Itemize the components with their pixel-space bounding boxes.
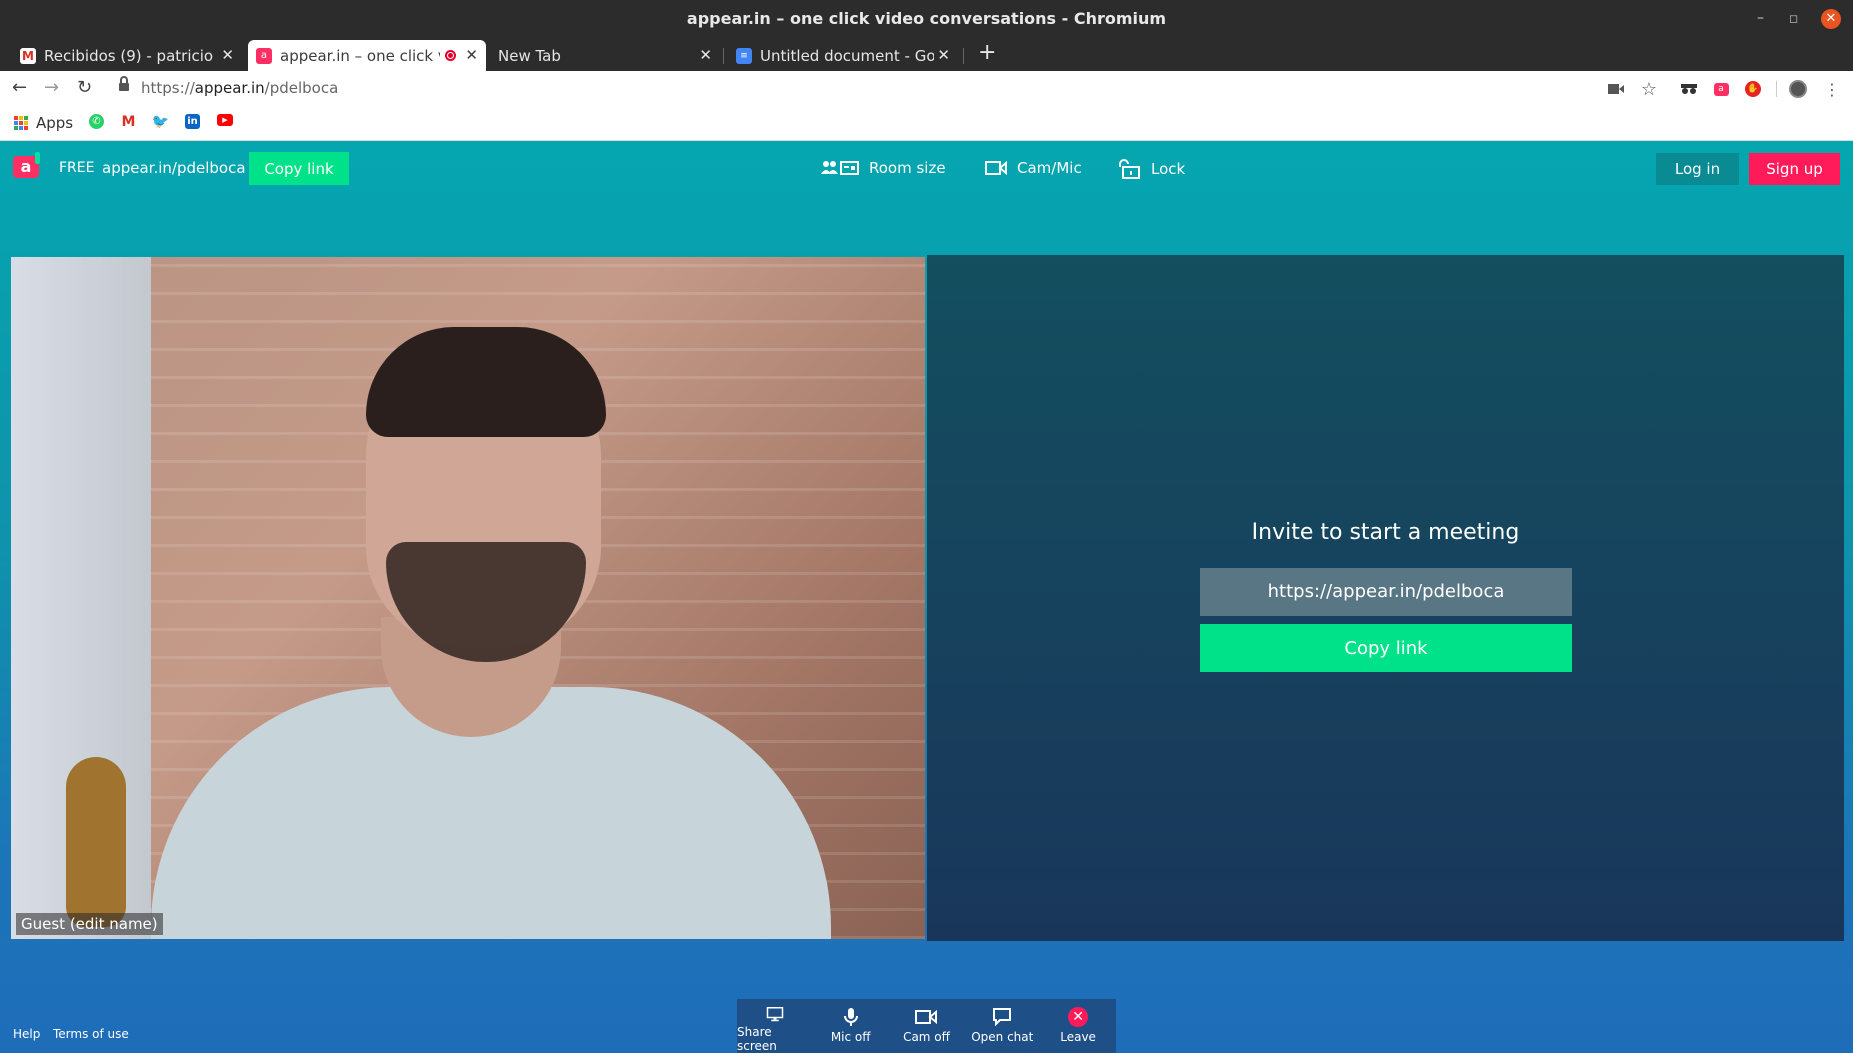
window-title-bar: appear.in – one click video conversation…: [0, 0, 1853, 38]
room-url: appear.in/pdelboca: [102, 159, 246, 177]
reload-button[interactable]: ↻: [77, 77, 92, 98]
tab-close-icon[interactable]: ✕: [699, 46, 712, 64]
incognito-extension-icon[interactable]: [1680, 80, 1698, 98]
invite-heading: Invite to start a meeting: [1251, 520, 1520, 545]
tab-gmail[interactable]: M Recibidos (9) - patriciodelb ✕: [12, 40, 242, 71]
copy-link-button[interactable]: Copy link: [249, 152, 349, 185]
lock-icon: [119, 76, 129, 93]
docs-favicon-icon: ≡: [736, 47, 752, 64]
self-video-tile[interactable]: Guest (edit name): [11, 257, 925, 939]
sign-up-button[interactable]: Sign up: [1749, 153, 1840, 185]
whatsapp-icon: ✆: [89, 114, 104, 129]
back-button[interactable]: ←: [12, 77, 27, 98]
help-link[interactable]: Help: [13, 1027, 40, 1041]
twitter-icon: 🐦: [151, 113, 170, 130]
room-size-menu[interactable]: Room size: [821, 159, 946, 177]
youtube-icon: ▶: [217, 114, 233, 126]
video-person-hair: [366, 327, 606, 437]
tab-separator: [963, 48, 964, 64]
tab-label: New Tab: [498, 46, 561, 65]
monitor-icon: [766, 1007, 784, 1022]
tab-appear-in[interactable]: a appear.in – one click vi ✕: [248, 40, 486, 71]
log-in-button[interactable]: Log in: [1656, 153, 1739, 185]
bookmark-apps[interactable]: Apps: [14, 114, 73, 132]
bookmark-gmail[interactable]: M: [121, 113, 136, 130]
appear-in-favicon-icon: a: [256, 47, 272, 64]
tab-close-icon[interactable]: ✕: [221, 46, 234, 64]
guest-name-label[interactable]: Guest (edit name): [16, 913, 163, 935]
bookmark-whatsapp[interactable]: ✆: [89, 114, 104, 129]
microphone-icon: [843, 1008, 858, 1026]
maximize-button[interactable]: ◻: [1789, 12, 1798, 25]
camera-icon: [985, 160, 1007, 176]
gmail-favicon-icon: M: [20, 47, 36, 64]
bookmark-youtube[interactable]: ▶: [217, 114, 233, 126]
browser-toolbar: ← → ↻ https://appear.in/pdelboca ☆ a ✋ ⋮: [0, 71, 1853, 107]
camera-indicator-icon[interactable]: [1607, 80, 1625, 98]
adblock-extension-icon[interactable]: ✋: [1744, 80, 1762, 98]
call-controls-bar: Share screen Mic off Cam off Open chat ✕: [737, 999, 1116, 1053]
open-chat-button[interactable]: Open chat: [964, 999, 1040, 1053]
tab-separator: [723, 48, 724, 64]
appear-in-app: a FREE appear.in/pdelboca Copy link Room…: [0, 141, 1853, 1053]
video-guitar: [66, 757, 126, 927]
video-camera-icon: [915, 1009, 938, 1025]
url-path: /pdelboca: [264, 79, 339, 97]
leave-label: Leave: [1060, 1030, 1096, 1044]
recording-indicator-icon: [445, 50, 456, 61]
appear-in-extension-icon[interactable]: a: [1712, 80, 1730, 98]
window-title: appear.in – one click video conversation…: [686, 9, 1167, 28]
chat-bubble-icon: [993, 1008, 1012, 1027]
forward-button[interactable]: →: [44, 77, 59, 98]
cam-off-button[interactable]: Cam off: [889, 999, 965, 1053]
tab-google-docs[interactable]: ≡ Untitled document - Goog ✕: [728, 40, 958, 71]
lock-menu[interactable]: Lock: [1117, 159, 1185, 179]
room-size-label: Room size: [869, 159, 946, 177]
bookmark-star-icon[interactable]: ☆: [1640, 79, 1658, 100]
plan-badge: FREE: [59, 160, 95, 176]
gmail-icon: M: [121, 113, 136, 130]
cam-off-label: Cam off: [903, 1030, 950, 1044]
bookmark-linkedin[interactable]: in: [185, 114, 200, 129]
tab-close-icon[interactable]: ✕: [937, 46, 950, 64]
cam-mic-menu[interactable]: Cam/Mic: [985, 159, 1082, 177]
cam-mic-label: Cam/Mic: [1017, 159, 1082, 177]
browser-menu-button[interactable]: ⋮: [1823, 80, 1841, 99]
tab-close-icon[interactable]: ✕: [465, 46, 478, 64]
minimize-button[interactable]: –: [1757, 10, 1764, 26]
url-scheme: https://: [141, 79, 195, 97]
leave-button[interactable]: ✕ Leave: [1040, 999, 1116, 1053]
bookmarks-bar: Apps ✆ M 🐦 in ▶: [0, 107, 1853, 141]
url-host: appear.in: [194, 79, 265, 97]
share-screen-button[interactable]: Share screen: [737, 999, 813, 1053]
mic-off-label: Mic off: [830, 1030, 871, 1044]
share-screen-label: Share screen: [737, 1025, 777, 1053]
tab-strip: M Recibidos (9) - patriciodelb ✕ a appea…: [0, 38, 1853, 71]
mic-off-button[interactable]: Mic off: [813, 999, 889, 1053]
invite-copy-link-button[interactable]: Copy link: [1200, 624, 1572, 672]
tab-label: Recibidos (9) - patriciodelb: [44, 46, 214, 65]
unlock-icon: [1119, 159, 1140, 179]
bookmark-twitter[interactable]: 🐦: [151, 113, 170, 130]
app-top-nav: a FREE appear.in/pdelboca Copy link Room…: [0, 141, 1853, 199]
address-bar[interactable]: https://appear.in/pdelboca: [141, 79, 338, 97]
bookmark-apps-label: Apps: [36, 114, 74, 132]
invite-link-field[interactable]: https://appear.in/pdelboca: [1200, 568, 1572, 616]
close-window-button[interactable]: ✕: [1821, 9, 1841, 29]
apps-grid-icon: [14, 116, 28, 130]
toolbar-separator: [1776, 81, 1777, 97]
profile-avatar[interactable]: [1789, 80, 1807, 98]
new-tab-button[interactable]: +: [978, 40, 996, 65]
appear-in-logo[interactable]: a: [13, 152, 40, 178]
lock-label: Lock: [1151, 160, 1186, 178]
open-chat-label: Open chat: [971, 1030, 1034, 1044]
room-size-icon: [821, 161, 859, 175]
tab-label: appear.in – one click vi: [280, 46, 440, 65]
linkedin-icon: in: [185, 114, 200, 129]
tab-new-tab[interactable]: New Tab ✕: [490, 40, 720, 71]
invite-panel: Invite to start a meeting https://appear…: [927, 255, 1844, 941]
leave-icon: ✕: [1068, 1007, 1089, 1027]
tab-label: Untitled document - Goog: [760, 46, 934, 65]
terms-of-use-link[interactable]: Terms of use: [53, 1027, 129, 1041]
